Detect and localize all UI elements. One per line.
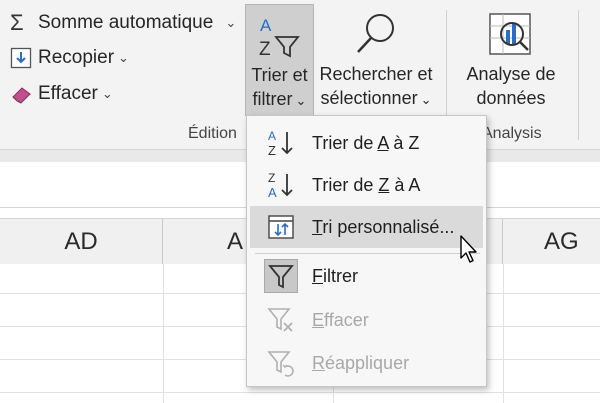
svg-text:Z: Z <box>268 143 276 158</box>
menu-item-label: Trier de A à Z <box>312 133 419 154</box>
accelerator-key: T <box>312 216 323 237</box>
group-separator <box>578 10 579 140</box>
find-select-label: Rechercher et sélectionner ⌄ <box>316 62 436 112</box>
accelerator-key: F <box>312 265 323 286</box>
sort-filter-label: Trier et filtrer ⌄ <box>246 63 313 113</box>
menu-item-reapply[interactable]: Réappliquer <box>250 342 483 384</box>
fill-button[interactable]: Recopier ⌄ <box>10 47 129 69</box>
chevron-down-icon: ⌄ <box>295 93 307 108</box>
svg-text:A: A <box>260 16 272 35</box>
chevron-down-icon: ⌄ <box>420 92 432 107</box>
accelerator-key: E <box>312 309 325 330</box>
menu-item-label: Tri personnalisé... <box>312 217 454 238</box>
row-line <box>0 392 600 393</box>
clear-button[interactable]: Effacer ⌄ <box>10 83 113 105</box>
sort-filter-menu: A Z Trier de A à Z Z A Trier de Z à A Tr… <box>246 115 487 387</box>
chevron-down-icon: ⌄ <box>225 15 237 30</box>
menu-item-sort-z-to-a[interactable]: Z A Trier de Z à A <box>250 164 483 206</box>
sort-z-to-a-icon: Z A <box>264 168 298 202</box>
analyze-data-icon <box>486 10 534 58</box>
analyze-data-label-line1: Analyse de <box>466 64 556 84</box>
filter-icon <box>264 259 298 293</box>
column-header-ad[interactable]: AD <box>0 219 163 264</box>
svg-text:A: A <box>268 129 276 143</box>
column-line <box>503 264 504 403</box>
label-part: éappliquer <box>325 352 410 373</box>
label-part: iltrer <box>323 265 358 286</box>
menu-item-label: Effacer <box>312 310 369 331</box>
analyze-data-button[interactable]: Analyse de données <box>456 4 566 116</box>
menu-item-clear-filter[interactable]: Effacer <box>250 299 483 341</box>
menu-item-label: Trier de Z à A <box>312 175 420 196</box>
svg-text:Z: Z <box>268 171 275 185</box>
menu-item-label: Filtrer <box>312 266 358 287</box>
sort-az-filter-icon: A Z <box>256 13 306 61</box>
label-part: Trier de <box>312 132 378 153</box>
accelerator-key: Z <box>378 174 390 195</box>
autosum-label: Somme automatique <box>38 12 214 33</box>
label-part: ffacer <box>324 309 369 330</box>
label-part: à A <box>389 174 421 195</box>
accelerator-key: A <box>377 132 389 153</box>
autosum-button[interactable]: Σ Somme automatique ⌄ <box>10 10 236 36</box>
mouse-cursor-icon <box>459 234 481 264</box>
group-label-analysis: Analysis <box>482 125 542 142</box>
sort-filter-label-line2: filtrer ⌄ <box>246 87 313 113</box>
menu-item-custom-sort[interactable]: Tri personnalisé... <box>250 206 483 248</box>
sigma-icon: Σ <box>10 10 24 35</box>
clear-label: Effacer <box>38 83 98 104</box>
svg-text:A: A <box>268 185 277 200</box>
magnifier-icon <box>352 10 400 58</box>
column-line <box>163 264 164 403</box>
sort-filter-label-text: filtrer <box>252 89 293 109</box>
fill-down-icon <box>10 47 34 69</box>
svg-text:Z: Z <box>259 39 271 60</box>
find-select-label-line1: Rechercher et <box>319 64 433 84</box>
menu-item-filter[interactable]: Filtrer <box>250 255 483 297</box>
menu-item-label: Réappliquer <box>312 353 409 374</box>
analyze-data-label: Analyse de données <box>456 62 566 110</box>
menu-separator <box>255 253 480 254</box>
chevron-down-icon: ⌄ <box>118 50 129 65</box>
sort-a-to-z-icon: A Z <box>264 126 298 160</box>
chevron-down-icon: ⌄ <box>101 86 113 101</box>
label-part: Trier de <box>312 174 379 195</box>
clear-filter-icon <box>264 303 298 337</box>
find-select-label-line2: sélectionner ⌄ <box>316 86 436 112</box>
label-part: à Z <box>388 132 420 153</box>
fill-label: Recopier <box>38 47 115 68</box>
find-select-label-text: sélectionner <box>320 88 418 108</box>
sort-filter-label-line1: Trier et <box>251 65 308 85</box>
eraser-icon <box>10 83 34 105</box>
reapply-filter-icon <box>264 346 298 380</box>
sort-filter-button[interactable]: A Z Trier et filtrer ⌄ <box>245 4 314 116</box>
analyze-data-label-line2: données <box>476 88 546 108</box>
find-select-button[interactable]: Rechercher et sélectionner ⌄ <box>316 4 436 116</box>
accelerator-key: R <box>312 352 325 373</box>
group-label-editing: Édition <box>188 125 237 142</box>
label-part: ri personnalisé... <box>322 216 455 237</box>
menu-item-sort-a-to-z[interactable]: A Z Trier de A à Z <box>250 122 483 164</box>
custom-sort-icon <box>264 210 298 244</box>
column-header-ag[interactable]: AG <box>503 219 600 264</box>
